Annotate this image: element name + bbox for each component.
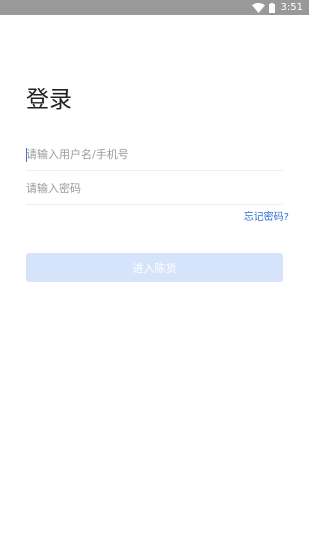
status-icons: 3:51 (251, 0, 303, 15)
submit-button[interactable]: 进入陈货 (26, 253, 283, 282)
page-title: 登录 (26, 87, 72, 113)
username-field-container (26, 139, 283, 171)
forgot-password-link[interactable]: 忘记密码? (244, 211, 289, 225)
status-time: 3:51 (280, 2, 303, 13)
wifi-icon (251, 2, 265, 13)
password-input[interactable] (26, 173, 283, 204)
password-field-container (26, 173, 283, 205)
text-caret (26, 148, 27, 162)
username-input[interactable] (26, 139, 283, 170)
battery-icon (268, 2, 275, 13)
status-bar: 3:51 (0, 0, 309, 15)
